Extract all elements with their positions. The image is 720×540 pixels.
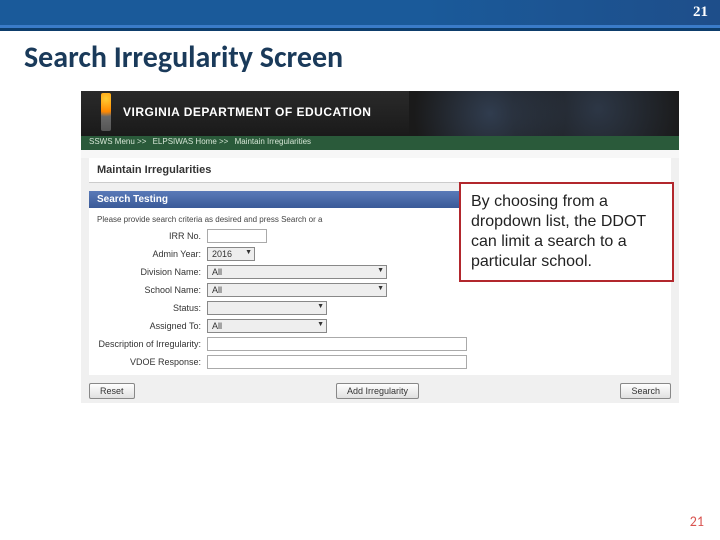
select-school[interactable]: All [207,283,387,297]
top-bar-accent [420,0,720,25]
label-school: School Name: [97,285,207,295]
input-irr[interactable] [207,229,267,243]
reset-button[interactable]: Reset [89,383,135,399]
callout-box: By choosing from a dropdown list, the DD… [459,182,674,282]
breadcrumb-c: Maintain Irregularities [235,137,311,146]
label-vdoe: VDOE Response: [97,357,207,367]
select-status[interactable] [207,301,327,315]
app-header: VIRGINIA DEPARTMENT OF EDUCATION [81,91,679,136]
top-bar: 21 [0,0,720,28]
slide-number-bottom: 21 [690,513,704,530]
breadcrumb-a[interactable]: SSWS Menu >> [89,137,146,146]
label-description: Description of Irregularity: [97,339,207,349]
label-status: Status: [97,303,207,313]
add-irregularity-button[interactable]: Add Irregularity [336,383,419,399]
select-assigned[interactable]: All [207,319,327,333]
torch-icon [101,93,111,131]
header-pattern [409,91,679,136]
breadcrumb: SSWS Menu >> ELPSIWAS Home >> Maintain I… [81,136,679,150]
select-division[interactable]: All [207,265,387,279]
breadcrumb-b[interactable]: ELPSIWAS Home >> [153,137,229,146]
slide-title: Search Irregularity Screen [0,31,720,90]
label-admin-year: Admin Year: [97,249,207,259]
slide-number-top: 21 [693,4,708,21]
search-button[interactable]: Search [620,383,671,399]
input-description[interactable] [207,337,467,351]
button-row: Reset Add Irregularity Search [89,379,671,403]
dept-title: VIRGINIA DEPARTMENT OF EDUCATION [123,105,371,119]
label-irr: IRR No. [97,231,207,241]
select-admin-year[interactable]: 2016 [207,247,255,261]
input-vdoe[interactable] [207,355,467,369]
label-assigned: Assigned To: [97,321,207,331]
section-title: Maintain Irregularities [89,158,671,183]
label-division: Division Name: [97,267,207,277]
